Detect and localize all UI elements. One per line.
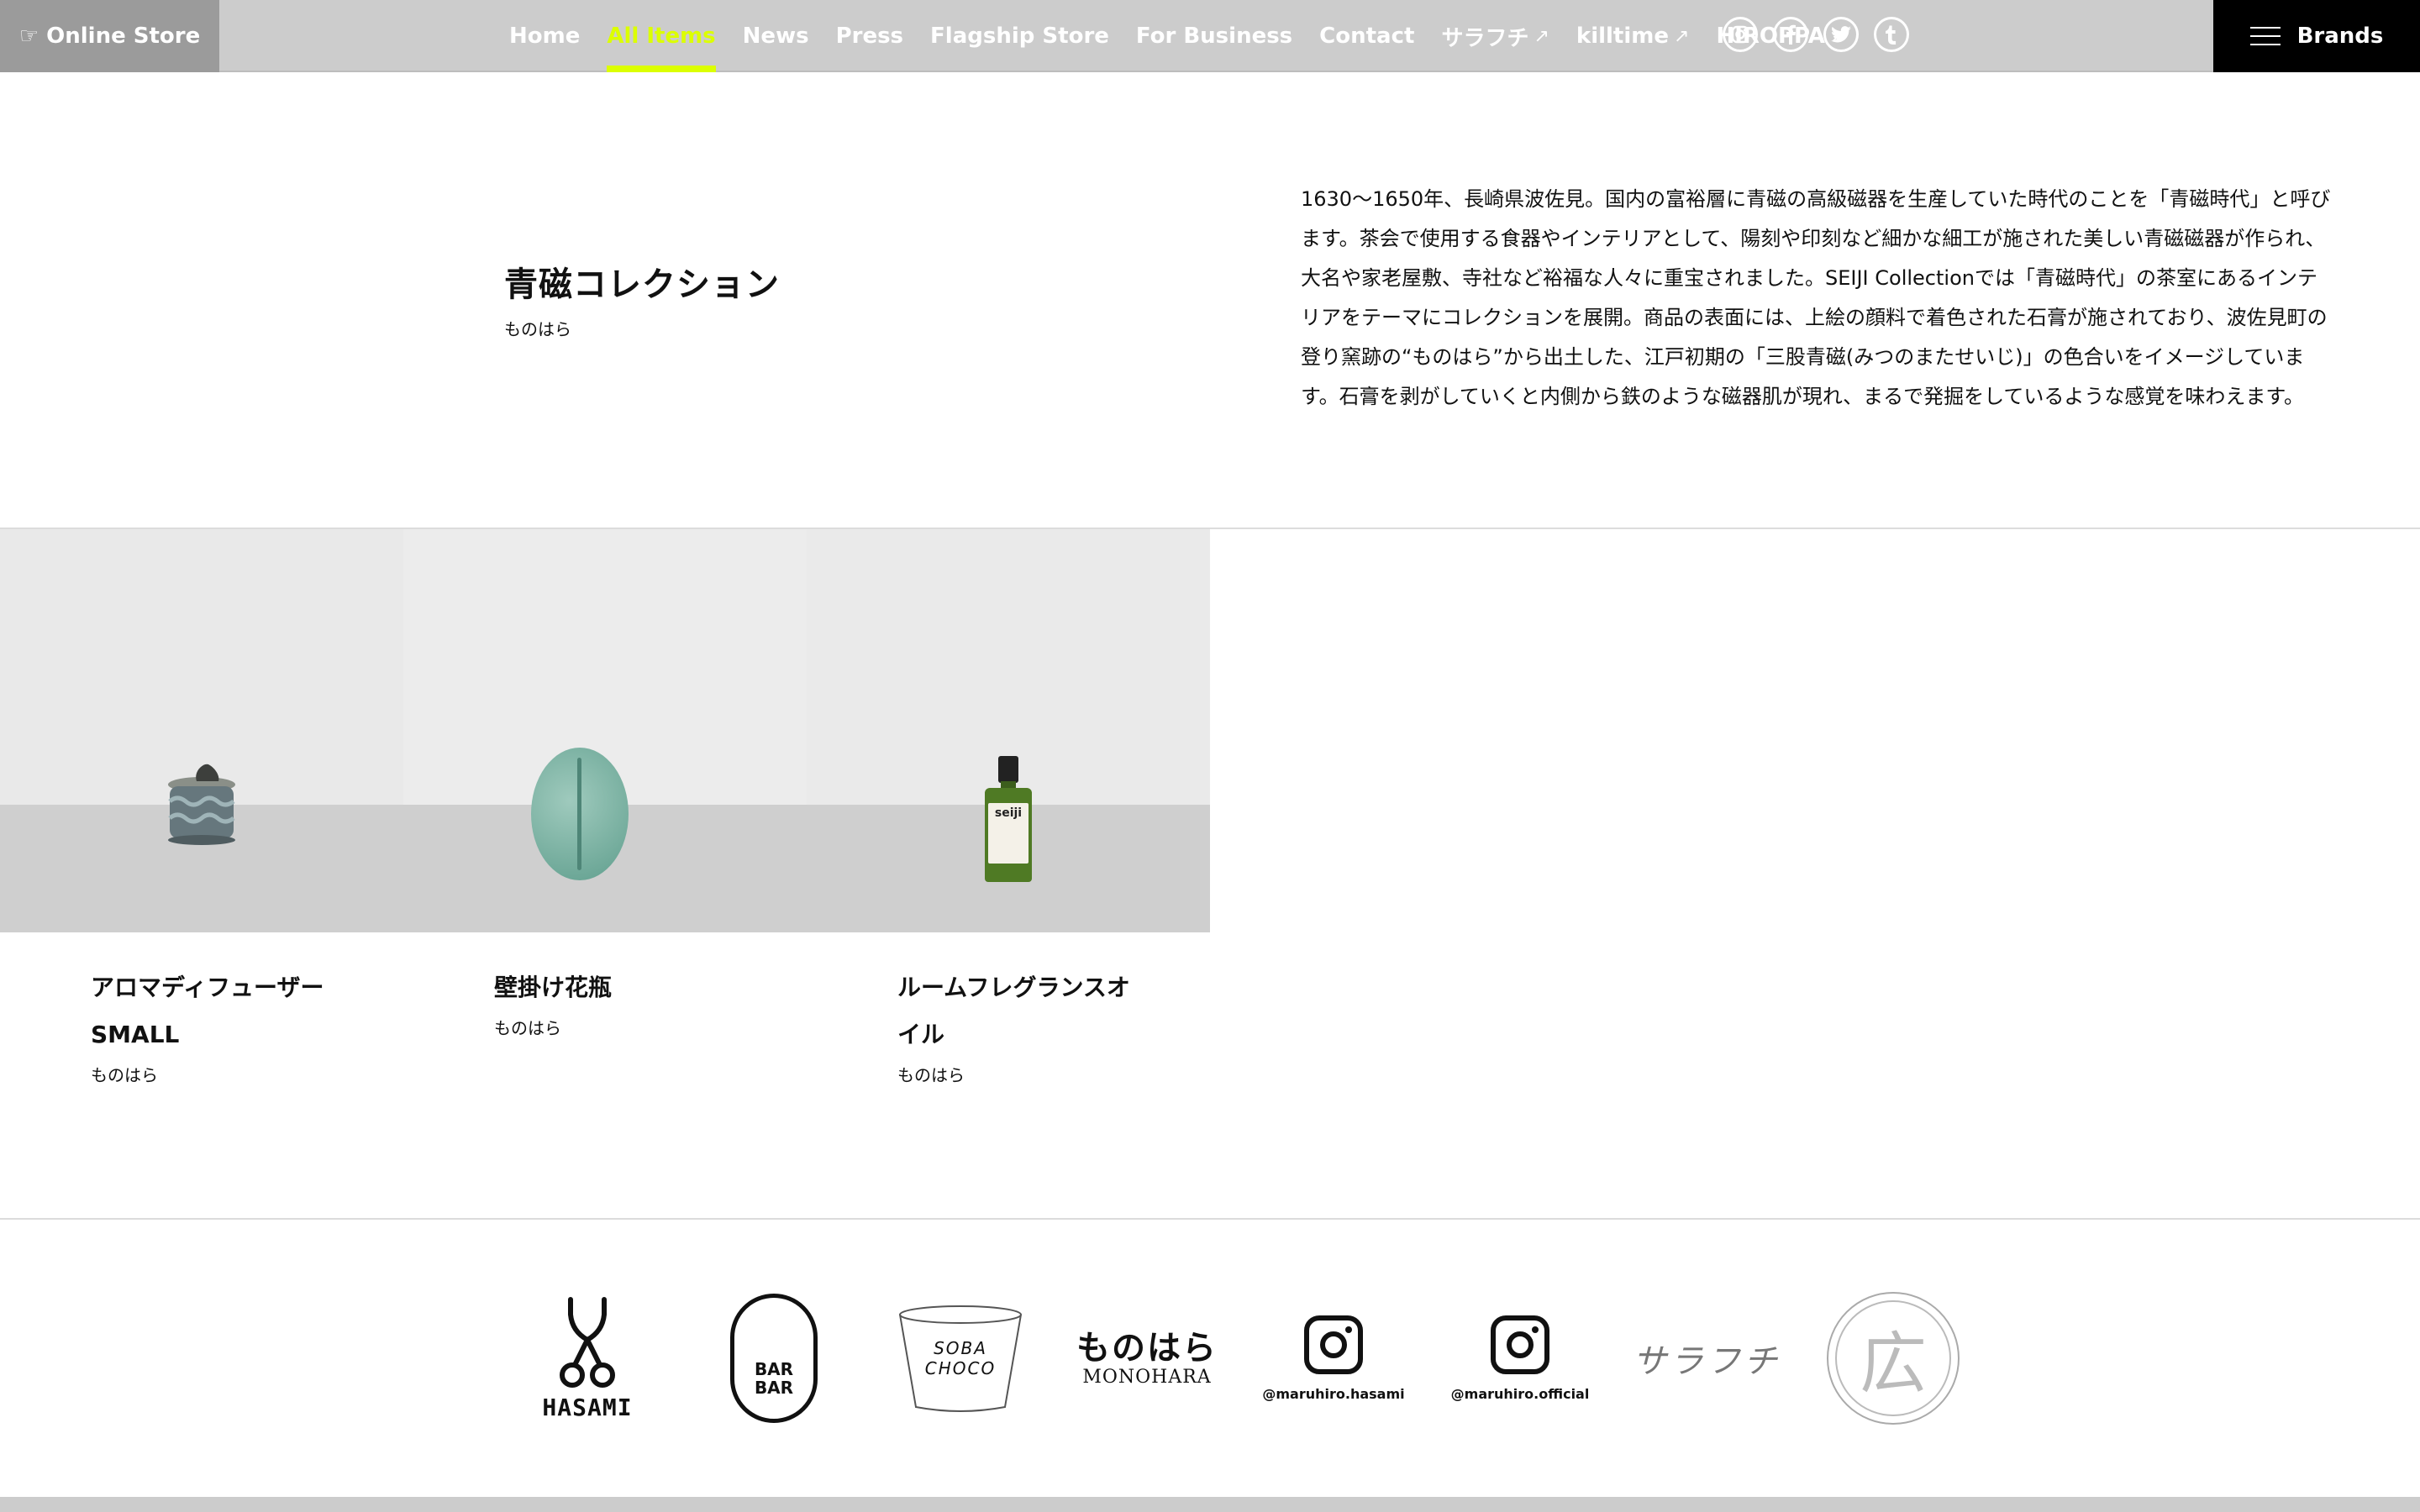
brands-label: Brands xyxy=(2296,24,2384,49)
tumblr-icon[interactable] xyxy=(1874,17,1909,52)
nav-label: killtime xyxy=(1576,24,1669,49)
page-brand: ものはら xyxy=(504,319,571,339)
nav-item-press[interactable]: Press xyxy=(823,0,917,72)
product-name[interactable]: アロマディフューザーSMALL xyxy=(91,964,343,1058)
nav-label: News xyxy=(742,24,809,49)
barbar-text: BAR BAR xyxy=(730,1294,818,1423)
instagram-icon xyxy=(1491,1315,1549,1374)
footer-bar xyxy=(0,1497,2420,1512)
instagram-handle: @maruhiro.hasami xyxy=(1262,1385,1405,1402)
product-info: アロマディフューザーSMALL ものはら xyxy=(0,932,403,1086)
divider xyxy=(0,1218,2420,1220)
bottle-label: seiji xyxy=(988,803,1028,864)
nav-label: Contact xyxy=(1319,24,1415,49)
product-image[interactable]: seiji xyxy=(807,529,1210,932)
nav-label: Flagship Store xyxy=(930,24,1109,49)
maruhiro-logo[interactable]: 広 xyxy=(1800,1289,1986,1428)
nav-item-flagship-store[interactable]: Flagship Store xyxy=(917,0,1123,72)
social-links xyxy=(1723,17,1909,52)
brand-logos: HASAMI BAR BAR SOBA CHOCO ものはら MONOHARA … xyxy=(494,1289,1986,1428)
product-info: ルームフレグランスオイル ものはら xyxy=(807,932,1210,1086)
online-store-link[interactable]: ☞ Online Store xyxy=(0,0,219,72)
wall-vase-image xyxy=(531,748,629,880)
product-grid: アロマディフューザーSMALL ものはら 壁掛け花瓶 ものはら seiji ルー… xyxy=(0,529,1210,1086)
hasami-logo[interactable]: HASAMI xyxy=(494,1289,681,1428)
nav-item-home[interactable]: Home xyxy=(496,0,593,72)
external-link-icon: ↗ xyxy=(1534,25,1549,47)
product-brand: ものはら xyxy=(91,1065,158,1085)
monohara-en-text: MONOHARA xyxy=(1082,1366,1212,1388)
instagram-handle: @maruhiro.official xyxy=(1450,1385,1590,1402)
nav-label: All Items xyxy=(607,24,716,49)
product-brand: ものはら xyxy=(897,1065,965,1085)
nav-label: For Business xyxy=(1135,24,1293,49)
nav-label: サラフチ xyxy=(1441,25,1529,51)
site-header: ☞ Online Store Home All Items News Press… xyxy=(0,0,2420,72)
instagram-official-link[interactable]: @maruhiro.official xyxy=(1427,1289,1613,1428)
product-name[interactable]: 壁掛け花瓶 xyxy=(494,964,746,1011)
nav-item-for-business[interactable]: For Business xyxy=(1123,0,1306,72)
instagram-hasami-link[interactable]: @maruhiro.hasami xyxy=(1240,1289,1427,1428)
product-card[interactable]: 壁掛け花瓶 ものはら xyxy=(403,529,807,1086)
product-info: 壁掛け花瓶 ものはら xyxy=(403,932,807,1039)
product-image[interactable] xyxy=(0,529,403,932)
main-nav: Home All Items News Press Flagship Store… xyxy=(496,0,1859,72)
product-name[interactable]: ルームフレグランスオイル xyxy=(897,964,1150,1058)
product-card[interactable]: アロマディフューザーSMALL ものはら xyxy=(0,529,403,1086)
brands-menu-button[interactable]: Brands xyxy=(2213,0,2420,72)
soba-choco-logo[interactable]: SOBA CHOCO xyxy=(867,1289,1054,1428)
monohara-jp-text: ものはら xyxy=(1076,1328,1218,1368)
product-image[interactable] xyxy=(403,529,807,932)
page-title: 青磁コレクション xyxy=(504,265,780,304)
sarafuchi-logo[interactable]: サラフチ xyxy=(1613,1289,1800,1428)
nav-label: Press xyxy=(835,24,904,49)
sarafuchi-text: サラフチ xyxy=(1633,1342,1781,1381)
twitter-icon[interactable] xyxy=(1823,17,1859,52)
soba-text: SOBA CHOCO xyxy=(924,1338,997,1378)
hamburger-icon xyxy=(2249,27,2281,45)
external-link-icon: ↗ xyxy=(1674,25,1690,47)
facebook-icon[interactable] xyxy=(1773,17,1808,52)
collection-description: 1630〜1650年、長崎県波佐見。国内の富裕層に青磁の高級磁器を生産していた時… xyxy=(1301,187,2331,408)
fragrance-bottle-image: seiji xyxy=(985,756,1032,882)
nav-item-news[interactable]: News xyxy=(729,0,823,72)
nav-label: Home xyxy=(509,24,581,49)
product-card[interactable]: seiji ルームフレグランスオイル ものはら xyxy=(807,529,1210,1086)
hasami-text: HASAMI xyxy=(542,1393,633,1421)
barbar-logo[interactable]: BAR BAR xyxy=(681,1289,867,1428)
nav-item-sarafuchi[interactable]: サラフチ ↗ xyxy=(1428,0,1562,72)
nav-item-contact[interactable]: Contact xyxy=(1306,0,1428,72)
kou-seal-icon: 広 xyxy=(1827,1292,1960,1425)
scissors-icon xyxy=(560,1296,615,1388)
nav-item-all-items[interactable]: All Items xyxy=(593,0,729,72)
instagram-icon xyxy=(1304,1315,1363,1374)
nav-item-killtime[interactable]: killtime ↗ xyxy=(1563,0,1703,72)
online-store-label: ☞ Online Store xyxy=(18,24,201,49)
monohara-logo[interactable]: ものはら MONOHARA xyxy=(1054,1289,1240,1428)
product-brand: ものはら xyxy=(494,1018,561,1038)
aroma-diffuser-image xyxy=(168,764,235,845)
instagram-icon[interactable] xyxy=(1723,17,1758,52)
